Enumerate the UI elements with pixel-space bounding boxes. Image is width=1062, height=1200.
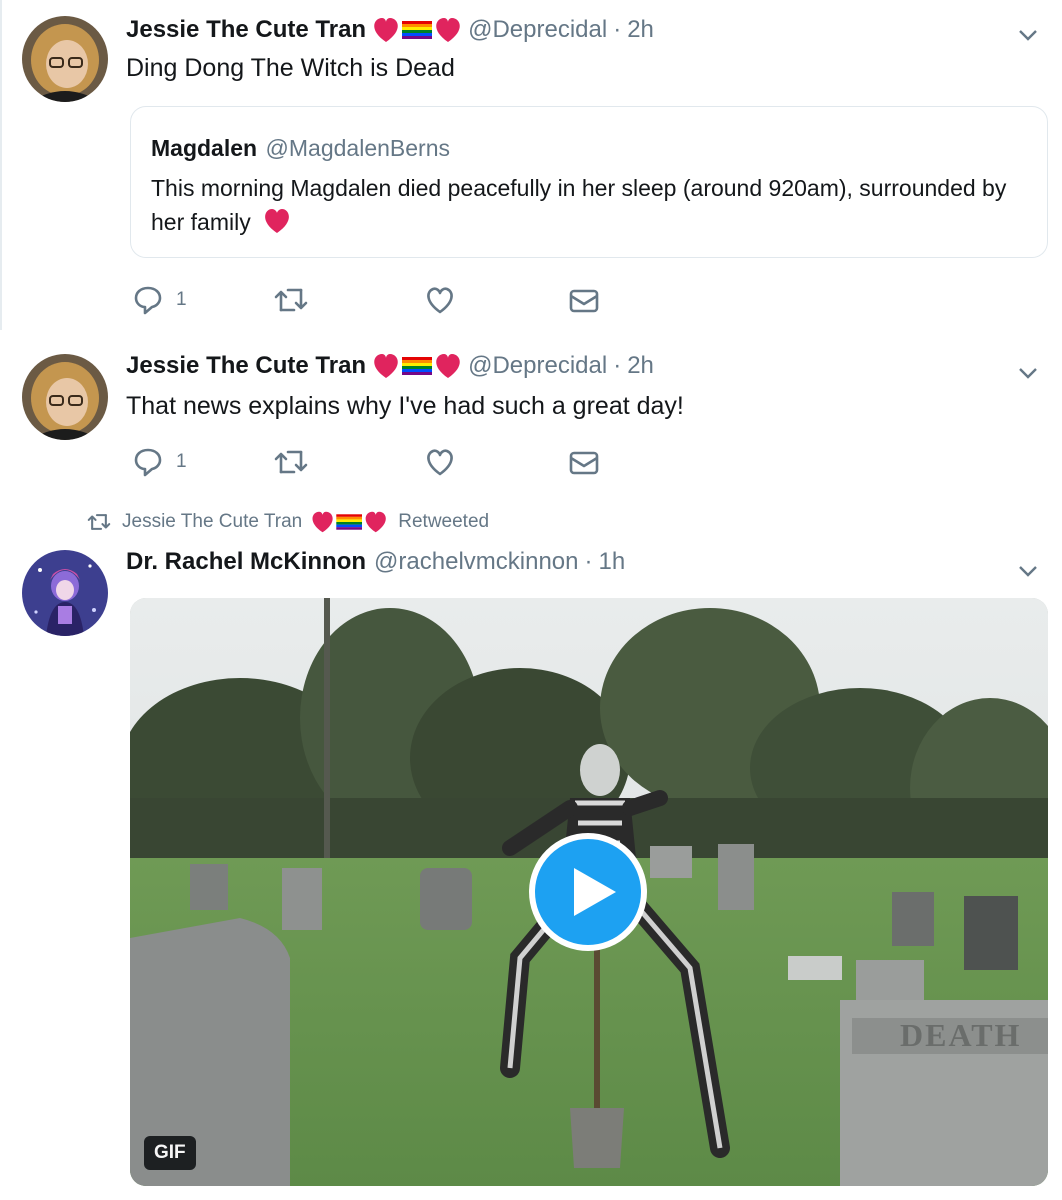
retweeted-label: Retweeted xyxy=(398,511,490,532)
like-button[interactable] xyxy=(424,284,456,316)
like-icon xyxy=(427,449,453,476)
dm-icon xyxy=(569,289,599,313)
tweet-header: Jessie The Cute Tran @Deprecidal · 2h xyxy=(126,16,654,44)
reply-icon xyxy=(134,448,162,477)
tweet-header: Jessie The Cute Tran @Deprecidal · 2h xyxy=(126,352,654,380)
retweet-button[interactable] xyxy=(272,284,310,316)
tweet-actions: 1 xyxy=(130,446,610,482)
heart-emoji xyxy=(265,209,289,233)
heart-flag-heart-emoji xyxy=(372,352,464,380)
reply-button[interactable]: 1 xyxy=(132,446,187,478)
author-name[interactable]: Jessie The Cute Tran xyxy=(126,352,366,380)
quoted-header: Magdalen @MagdalenBerns xyxy=(151,135,450,162)
gif-media[interactable]: DEATH GIF xyxy=(130,598,1048,1186)
death-stone-text: DEATH xyxy=(900,1017,1021,1053)
reply-count: 1 xyxy=(176,451,187,472)
quoted-text: This morning Magdalen died peacefully in… xyxy=(151,171,1011,239)
play-icon[interactable] xyxy=(528,832,648,952)
retweet-icon xyxy=(87,514,111,530)
dm-icon xyxy=(569,451,599,475)
quoted-author-name: Magdalen xyxy=(151,135,258,161)
chevron-down-icon[interactable] xyxy=(1016,22,1040,46)
avatar[interactable] xyxy=(22,550,108,636)
dm-button[interactable] xyxy=(568,284,600,316)
retweet-icon xyxy=(274,450,308,474)
tweet-header: Dr. Rachel McKinnon @rachelvmckinnon · 1… xyxy=(126,548,625,576)
dm-button[interactable] xyxy=(568,446,600,478)
heart-flag-heart-emoji xyxy=(308,510,392,534)
tweet-1[interactable]: Jessie The Cute Tran @Deprecidal · 2h Di… xyxy=(0,0,1062,330)
quoted-tweet[interactable]: Magdalen @MagdalenBerns This morning Mag… xyxy=(130,106,1048,258)
timestamp[interactable]: 1h xyxy=(599,548,626,576)
quoted-author-handle: @MagdalenBerns xyxy=(265,135,450,161)
avatar[interactable] xyxy=(22,354,108,440)
retweet-icon xyxy=(274,288,308,312)
retweet-context[interactable]: Jessie The Cute Tran Retweeted xyxy=(86,510,489,534)
like-button[interactable] xyxy=(424,446,456,478)
like-icon xyxy=(427,287,453,314)
author-handle[interactable]: @Deprecidal xyxy=(468,16,607,44)
author-name[interactable]: Jessie The Cute Tran xyxy=(126,16,366,44)
gif-badge: GIF xyxy=(144,1136,196,1170)
reply-icon xyxy=(134,286,162,315)
heart-flag-heart-emoji xyxy=(372,16,464,44)
tweet-2[interactable]: Jessie The Cute Tran @Deprecidal · 2h Th… xyxy=(0,330,1062,500)
reply-count: 1 xyxy=(176,289,187,310)
separator: · xyxy=(613,352,622,379)
author-handle[interactable]: @rachelvmckinnon xyxy=(374,548,578,576)
retweet-button[interactable] xyxy=(272,446,310,478)
chevron-down-icon[interactable] xyxy=(1016,360,1040,384)
timestamp[interactable]: 2h xyxy=(627,352,654,380)
tweet-actions: 1 xyxy=(130,284,610,320)
chevron-down-icon[interactable] xyxy=(1016,558,1040,582)
reply-button[interactable]: 1 xyxy=(132,284,187,316)
tweet-text: That news explains why I've had such a g… xyxy=(126,392,684,420)
author-name[interactable]: Dr. Rachel McKinnon xyxy=(126,548,366,576)
separator: · xyxy=(613,16,622,43)
avatar[interactable] xyxy=(22,16,108,102)
timestamp[interactable]: 2h xyxy=(627,16,654,44)
tweet-text: Ding Dong The Witch is Dead xyxy=(126,54,455,82)
retweeter-name[interactable]: Jessie The Cute Tran xyxy=(122,511,302,533)
separator: · xyxy=(584,548,593,575)
author-handle[interactable]: @Deprecidal xyxy=(468,352,607,380)
